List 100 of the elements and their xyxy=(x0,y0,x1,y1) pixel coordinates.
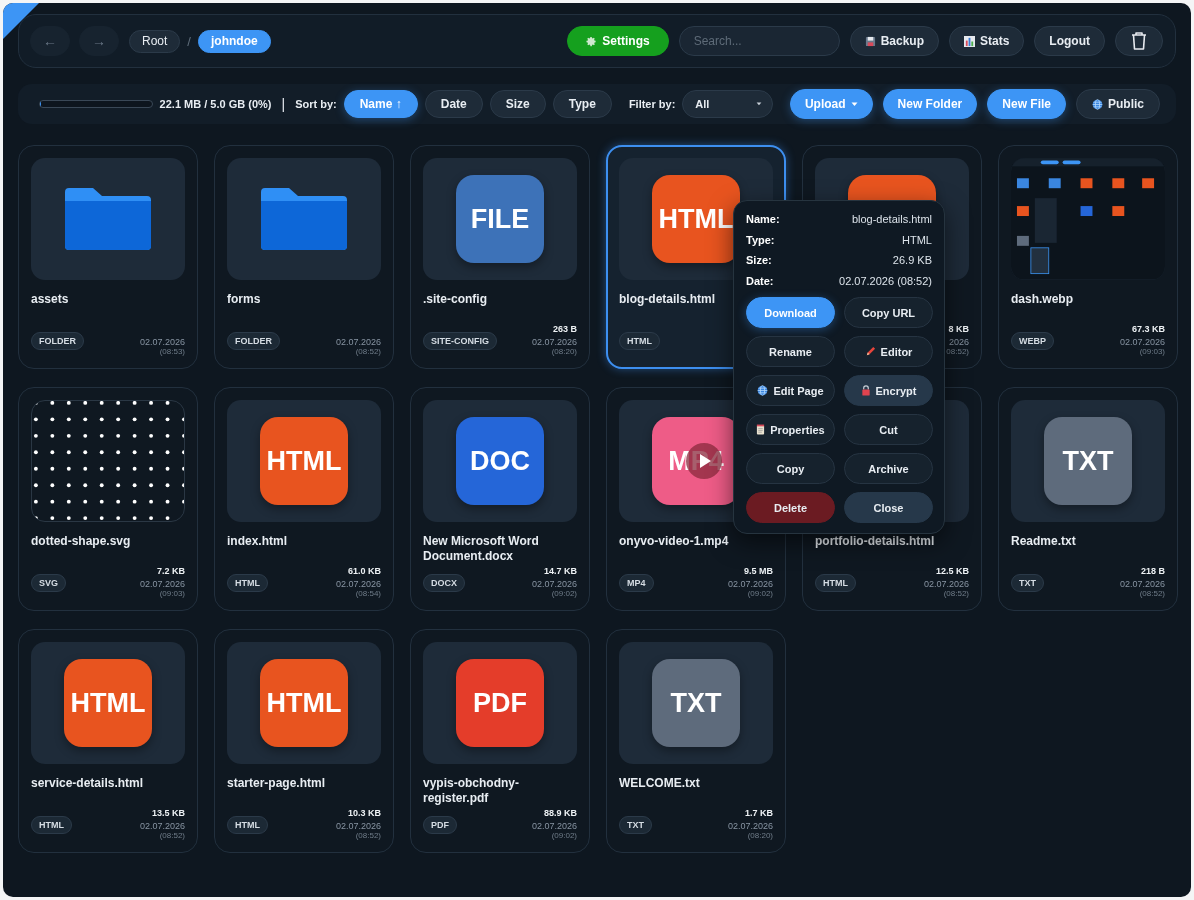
file-date: 02.07.2026 xyxy=(139,821,185,831)
file-type-label: HTML xyxy=(227,574,268,592)
file-time: (08:20) xyxy=(551,347,577,356)
storage-usage: 22.1 MB / 5.0 GB (0%) xyxy=(159,98,272,110)
sort-label: Sort by: xyxy=(295,98,337,110)
file-time: (08:52) xyxy=(943,589,969,598)
file-card[interactable]: FILE .site-config SITE-CONFIG 263 B 02.07.2026 (08:20) xyxy=(410,145,590,369)
file-name: service-details.html xyxy=(31,776,145,791)
delete-button[interactable] xyxy=(1115,26,1163,56)
public-button[interactable]: Public xyxy=(1076,89,1160,119)
separator: | xyxy=(281,96,286,112)
file-card[interactable]: TXT Readme.txt TXT 218 B 02.07.2026 (08:52) xyxy=(998,387,1178,611)
file-date: 02.07.2026 xyxy=(1119,579,1165,589)
file-size: 10.3 KB xyxy=(347,808,381,818)
caret-icon xyxy=(755,102,762,106)
file-card[interactable]: DOC New Microsoft Word Document.docx DOCX 14.7 KB 02.07.2026 (09:02) xyxy=(410,387,590,611)
forward-button[interactable]: → xyxy=(79,26,119,56)
menu-button[interactable]: Close xyxy=(844,492,933,523)
info-value: blog-details.html xyxy=(851,213,932,226)
file-time: (09:03) xyxy=(159,589,185,598)
file-name: onyvo-video-1.mp4 xyxy=(619,534,730,549)
backup-button[interactable]: Backup xyxy=(849,26,939,56)
file-type-label: TXT xyxy=(619,816,652,834)
file-card[interactable]: dotted-shape.svg SVG 7.2 KB 02.07.2026 (09:03) xyxy=(18,387,198,611)
file-type-tile: HTML xyxy=(260,417,348,505)
trash-icon xyxy=(1130,31,1148,51)
caret-icon xyxy=(850,101,858,107)
info-value: 02.07.2026 (08:52) xyxy=(839,274,932,287)
file-card[interactable]: HTML index.html HTML 61.0 KB 02.07.2026 (08:54) xyxy=(214,387,394,611)
menu-button[interactable]: Copy URL xyxy=(844,297,933,328)
file-date: 02.07.2026 xyxy=(139,579,185,589)
menu-button[interactable]: Copy xyxy=(746,453,835,484)
menu-button[interactable]: Rename xyxy=(746,336,835,367)
file-date: 02.07.2026 xyxy=(531,579,577,589)
file-time: (08:52) xyxy=(355,831,381,840)
file-name: New Microsoft Word Document.docx xyxy=(423,534,540,564)
file-size: 7.2 KB xyxy=(157,566,185,576)
file-time: (09:02) xyxy=(551,831,577,840)
menu-button[interactable]: Archive xyxy=(844,453,933,484)
notepad-icon xyxy=(756,424,766,435)
menu-button[interactable]: Encrypt xyxy=(844,375,933,406)
menu-button[interactable]: Editor xyxy=(844,336,933,367)
menu-button[interactable]: Cut xyxy=(844,414,933,445)
filter-label: Filter by: xyxy=(628,98,676,110)
file-type-label: PDF xyxy=(423,816,457,834)
file-name: Readme.txt xyxy=(1011,534,1077,549)
file-card[interactable]: HTML service-details.html HTML 13.5 KB 02.07.2026 (08:52) xyxy=(18,629,198,853)
file-card[interactable]: dash.webp WEBP 67.3 KB 02.07.2026 (09:03) xyxy=(998,145,1178,369)
breadcrumb-link[interactable]: Root xyxy=(129,29,181,53)
logout-button[interactable]: Logout xyxy=(1034,26,1105,56)
file-time: (09:02) xyxy=(551,589,577,598)
file-size: 67.3 KB xyxy=(1131,324,1165,334)
file-type-label: DOCX xyxy=(423,574,465,592)
file-date: 02.07.2026 xyxy=(531,821,577,831)
file-size: 263 B xyxy=(552,324,577,334)
file-time: (08:53) xyxy=(159,347,185,356)
sort-option[interactable]: Size xyxy=(489,90,546,118)
menu-button[interactable]: Edit Page xyxy=(746,375,835,406)
filter-select[interactable]: All xyxy=(682,90,773,118)
file-type-tile: HTML xyxy=(652,175,740,263)
file-date: 02.07.2026 xyxy=(139,337,185,347)
file-size: 1.7 KB xyxy=(745,808,773,818)
file-size: 14.7 KB xyxy=(543,566,577,576)
file-card[interactable]: PDF vypis-obchodny-register.pdf PDF 88.9 KB 02.07.2026 (09:02) xyxy=(410,629,590,853)
file-name: assets xyxy=(31,292,70,307)
file-size: 9.5 MB xyxy=(744,566,773,576)
menu-button[interactable]: Delete xyxy=(746,492,835,523)
stats-button[interactable]: Stats xyxy=(949,26,1025,56)
file-type-label: HTML xyxy=(619,332,660,350)
file-size: 61.0 KB xyxy=(347,566,381,576)
file-time: 08:52) xyxy=(946,347,969,356)
globe-icon xyxy=(1092,98,1103,110)
file-time: (08:20) xyxy=(747,831,773,840)
back-button[interactable]: ← xyxy=(30,26,70,56)
file-type-tile: HTML xyxy=(260,659,348,747)
file-size: 218 B xyxy=(1140,566,1165,576)
file-size: 88.9 KB xyxy=(543,808,577,818)
file-card[interactable]: TXT WELCOME.txt TXT 1.7 KB 02.07.2026 (08:20) xyxy=(606,629,786,853)
file-name: WELCOME.txt xyxy=(619,776,701,791)
search-field[interactable]: Search... xyxy=(678,26,840,56)
file-card[interactable]: forms FOLDER 02.07.2026 (08:52) xyxy=(214,145,394,369)
padlock-icon xyxy=(860,385,871,396)
file-type-tile: FILE xyxy=(456,175,544,263)
file-time: (08:52) xyxy=(159,831,185,840)
file-type-label: SITE-CONFIG xyxy=(423,332,497,350)
folder-icon xyxy=(65,188,151,250)
menu-button[interactable]: Properties xyxy=(746,414,835,445)
file-name: vypis-obchodny-register.pdf xyxy=(423,776,520,806)
sort-option[interactable]: Date xyxy=(424,90,483,118)
file-card[interactable]: assets FOLDER 02.07.2026 (08:53) xyxy=(18,145,198,369)
info-label: Name: xyxy=(746,213,780,226)
file-type-tile: TXT xyxy=(1044,417,1132,505)
file-type-label: HTML xyxy=(31,816,72,834)
file-name: forms xyxy=(227,292,262,307)
file-type-label: HTML xyxy=(815,574,856,592)
file-type-label: HTML xyxy=(227,816,268,834)
sort-option[interactable]: Type xyxy=(552,90,612,118)
file-date: 02.07.2026 xyxy=(335,337,381,347)
globe-icon xyxy=(757,385,769,396)
file-card[interactable]: HTML starter-page.html HTML 10.3 KB 02.07.2026 (08:52) xyxy=(214,629,394,853)
